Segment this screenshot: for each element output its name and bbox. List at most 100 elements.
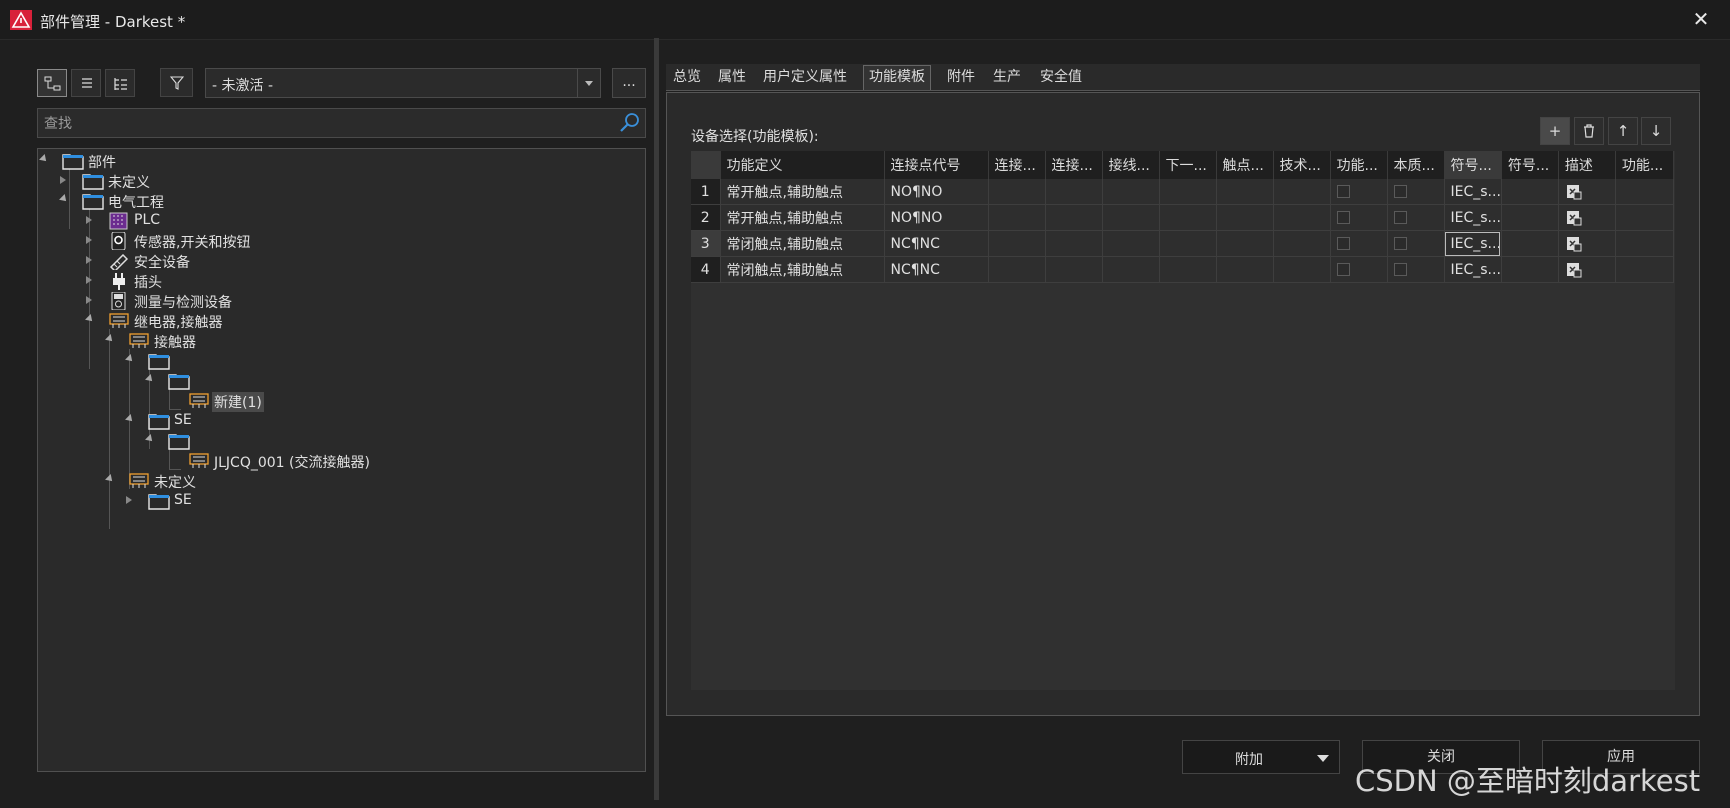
cell[interactable] — [1615, 204, 1674, 231]
search-icon[interactable] — [619, 112, 641, 134]
cell[interactable] — [1501, 256, 1559, 283]
cell[interactable] — [1159, 256, 1217, 283]
column-header[interactable]: 符号... — [1501, 151, 1559, 179]
move-up-button[interactable]: ↑ — [1608, 117, 1638, 145]
column-header[interactable]: 功能定义 — [720, 151, 885, 179]
description-edit-icon[interactable] — [1565, 236, 1583, 252]
tab-safety-values[interactable]: 安全值 — [1035, 66, 1087, 90]
attach-dropdown-button[interactable]: 附加 — [1182, 740, 1340, 774]
cell[interactable] — [1216, 179, 1274, 205]
cell[interactable] — [1102, 230, 1160, 257]
cell-symbol[interactable]: IEC_s... — [1444, 179, 1502, 205]
grid-corner[interactable] — [691, 151, 721, 179]
cell-checkbox[interactable] — [1387, 256, 1445, 283]
parts-tree[interactable]: 部件 未定义 电气工程 PLC 传感器,开关和按钮 安全设备 插头 测量与检测设… — [37, 148, 646, 772]
delete-row-button[interactable] — [1574, 117, 1604, 145]
list-view-button[interactable] — [71, 69, 101, 97]
tab-accessories[interactable]: 附件 — [942, 66, 980, 90]
cell[interactable] — [1102, 204, 1160, 231]
panel-splitter[interactable] — [654, 38, 659, 800]
cell-description[interactable] — [1558, 179, 1616, 205]
expand-toggle-icon[interactable] — [85, 314, 95, 324]
column-header[interactable]: 技术... — [1273, 151, 1331, 179]
cell[interactable] — [1159, 204, 1217, 231]
cell[interactable] — [1501, 179, 1559, 205]
cell-checkbox[interactable] — [1330, 204, 1388, 231]
cell-symbol-focused[interactable]: IEC_s... — [1444, 230, 1502, 257]
row-number[interactable]: 4 — [691, 256, 721, 283]
expand-toggle-icon[interactable] — [86, 276, 92, 284]
intrinsic-checkbox[interactable] — [1393, 211, 1407, 224]
expand-toggle-icon[interactable] — [86, 216, 92, 224]
cell-function[interactable]: 常闭触点,辅助触点 — [720, 230, 885, 257]
expand-toggle-icon[interactable] — [59, 194, 69, 204]
cell[interactable] — [1273, 256, 1331, 283]
cell-symbol[interactable]: IEC_s... — [1444, 256, 1502, 283]
tab-user-properties[interactable]: 用户定义属性 — [758, 66, 852, 90]
cell[interactable] — [1501, 204, 1559, 231]
column-header[interactable]: 本质... — [1387, 151, 1445, 179]
filter-more-button[interactable]: ... — [612, 68, 646, 98]
cell-checkbox[interactable] — [1330, 179, 1388, 205]
table-row[interactable]: 3 常闭触点,辅助触点 NC¶NC IEC_s... — [691, 230, 1674, 257]
cell[interactable] — [1273, 204, 1331, 231]
cell-checkbox[interactable] — [1387, 230, 1445, 257]
cell-symbol[interactable]: IEC_s... — [1444, 204, 1502, 231]
intrinsic-checkbox[interactable] — [1393, 185, 1407, 198]
expand-toggle-icon[interactable] — [145, 374, 155, 384]
cell-connection[interactable]: NC¶NC — [884, 256, 989, 283]
tab-overview[interactable]: 总览 — [668, 66, 706, 90]
move-down-button[interactable]: ↓ — [1641, 117, 1671, 145]
expand-toggle-icon[interactable] — [125, 414, 135, 424]
tree-view-button[interactable] — [37, 69, 67, 97]
column-header[interactable]: 接线... — [1102, 151, 1160, 179]
tab-production[interactable]: 生产 — [988, 66, 1026, 90]
cell[interactable] — [1045, 230, 1103, 257]
table-row[interactable]: 2 常开触点,辅助触点 NO¶NO IEC_s... — [691, 204, 1674, 231]
hierarchy-view-button[interactable] — [105, 69, 135, 97]
cell[interactable] — [988, 179, 1046, 205]
cell-connection[interactable]: NO¶NO — [884, 204, 989, 231]
cell[interactable] — [1273, 230, 1331, 257]
expand-toggle-icon[interactable] — [86, 296, 92, 304]
cell[interactable] — [1216, 256, 1274, 283]
cell-function[interactable]: 常开触点,辅助触点 — [720, 204, 885, 231]
cell[interactable] — [1615, 179, 1674, 205]
column-header[interactable]: 连接点代号 — [884, 151, 989, 179]
filter-button[interactable] — [160, 68, 193, 97]
cell-function[interactable]: 常闭触点,辅助触点 — [720, 256, 885, 283]
cell-checkbox[interactable] — [1330, 230, 1388, 257]
table-row[interactable]: 1 常开触点,辅助触点 NO¶NO IEC_s... — [691, 179, 1674, 205]
column-header[interactable]: 连接... — [1045, 151, 1103, 179]
expand-toggle-icon[interactable] — [39, 154, 49, 164]
function-template-grid[interactable]: 功能定义 连接点代号 连接... 连接... 接线... 下一... 触点...… — [691, 151, 1675, 690]
cell[interactable] — [1615, 256, 1674, 283]
expand-toggle-icon[interactable] — [105, 334, 115, 344]
cell-checkbox[interactable] — [1330, 256, 1388, 283]
tab-function-template[interactable]: 功能模板 — [863, 65, 931, 90]
intrinsic-checkbox[interactable] — [1393, 263, 1407, 276]
cell[interactable] — [988, 256, 1046, 283]
cell[interactable] — [1273, 179, 1331, 205]
expand-toggle-icon[interactable] — [105, 474, 115, 484]
expand-toggle-icon[interactable] — [125, 354, 135, 364]
cell[interactable] — [1615, 230, 1674, 257]
cell[interactable] — [1216, 204, 1274, 231]
cell[interactable] — [1501, 230, 1559, 257]
cell-checkbox[interactable] — [1387, 204, 1445, 231]
add-row-button[interactable]: + — [1540, 117, 1570, 145]
chevron-down-icon[interactable] — [577, 69, 600, 97]
cell[interactable] — [988, 230, 1046, 257]
column-header[interactable]: 下一... — [1159, 151, 1217, 179]
expand-toggle-icon[interactable] — [60, 176, 66, 184]
column-header[interactable]: 连接... — [988, 151, 1046, 179]
expand-toggle-icon[interactable] — [86, 256, 92, 264]
column-header[interactable]: 触点... — [1216, 151, 1274, 179]
column-header[interactable]: 符号... — [1444, 151, 1502, 179]
cell-checkbox[interactable] — [1387, 179, 1445, 205]
cell-description[interactable] — [1558, 204, 1616, 231]
table-row[interactable]: 4 常闭触点,辅助触点 NC¶NC IEC_s... — [691, 256, 1674, 283]
cell[interactable] — [1045, 179, 1103, 205]
description-edit-icon[interactable] — [1565, 262, 1583, 278]
chevron-down-icon[interactable] — [1317, 755, 1329, 762]
